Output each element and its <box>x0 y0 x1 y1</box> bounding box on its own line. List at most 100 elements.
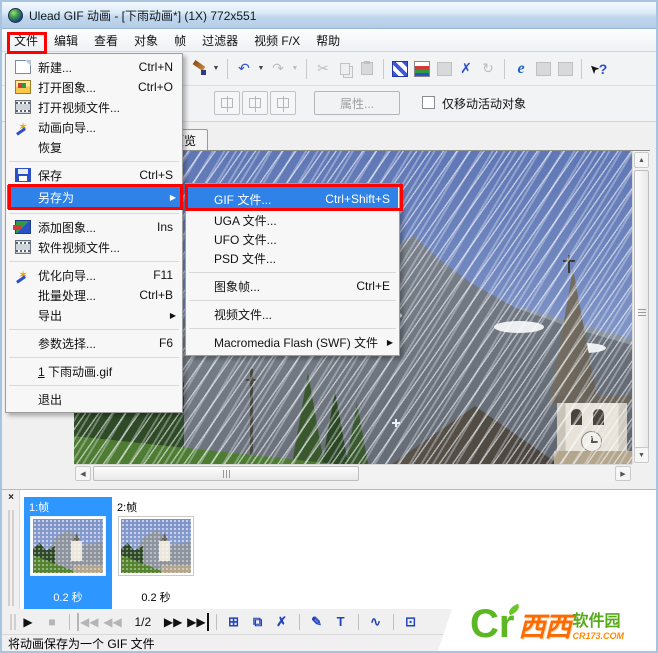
play-icon[interactable]: ▶ <box>18 613 38 631</box>
optimize-wizard-icon: ✶ <box>15 268 31 282</box>
menu-item-animation-wizard[interactable]: ✶ 动画向导... <box>7 117 181 137</box>
annotation-box-save-as <box>8 184 183 210</box>
frame-2[interactable]: 2:帧 0.2 秒 <box>112 497 200 609</box>
menu-item-revert[interactable]: 恢复 <box>7 137 181 157</box>
crop-icon[interactable]: ✗ <box>456 59 476 79</box>
align-center-icon <box>214 91 240 115</box>
align-both-icon <box>270 91 296 115</box>
menu-item-open-image[interactable]: 打开图象... Ctrl+O <box>7 77 181 97</box>
menu-help[interactable]: 帮助 <box>308 29 348 52</box>
menu-object[interactable]: 对象 <box>126 29 166 52</box>
submenu-item-image-frames[interactable]: 图象帧... Ctrl+E <box>187 276 398 296</box>
file-menu-popup: 新建... Ctrl+N 打开图象... Ctrl+O 打开视频文件... ✶ … <box>5 53 183 413</box>
export-gray-icon <box>533 59 553 79</box>
close-panel-icon[interactable]: × <box>5 493 17 505</box>
preview-browser-icon[interactable]: e <box>511 59 531 79</box>
stamp-icon <box>434 59 454 79</box>
next-frame-icon[interactable]: ▶▶ <box>163 613 183 631</box>
undo-dropdown-icon[interactable]: ▼ <box>256 59 266 79</box>
scroll-up-icon[interactable]: ▲ <box>634 152 649 168</box>
menu-item-add-image[interactable]: 添加图象... Ins <box>7 217 181 237</box>
vertical-scrollbar[interactable]: ▲ ▼ <box>632 151 650 464</box>
horizontal-scroll-thumb[interactable] <box>93 466 359 481</box>
menu-item-exit[interactable]: 退出 <box>7 389 181 409</box>
submenu-arrow-icon: ▶ <box>386 337 393 347</box>
frame-1-delay: 0.2 秒 <box>53 592 83 604</box>
frame-2-thumbnail <box>121 519 191 573</box>
frame-2-delay: 0.2 秒 <box>141 592 171 604</box>
menu-video-fx[interactable]: 视频 F/X <box>246 29 308 52</box>
menu-filter[interactable]: 过滤器 <box>194 29 246 52</box>
watermark-brand: 西西 <box>518 611 571 642</box>
duplicate-frame-icon[interactable]: ⧉ <box>248 613 268 631</box>
paint-frame-icon[interactable]: ✎ <box>307 613 327 631</box>
tween-icon[interactable]: ∿ <box>366 613 386 631</box>
menu-item-software-video[interactable]: 软件视频文件... <box>7 237 181 257</box>
add-frame-icon[interactable]: ⊞ <box>224 613 244 631</box>
panel-drag-handle[interactable] <box>8 510 14 606</box>
submenu-item-swf-file[interactable]: Macromedia Flash (SWF) 文件 ▶ <box>187 332 398 352</box>
frame-1[interactable]: 1:帧 0.2 秒 <box>24 497 112 609</box>
save-icon <box>15 168 31 182</box>
new-file-icon <box>15 60 31 74</box>
menu-view[interactable]: 查看 <box>86 29 126 52</box>
watermark-cr-logo: Cr <box>470 602 515 646</box>
cut-icon: ✂ <box>317 60 329 76</box>
submenu-item-ufo-file[interactable]: UFO 文件... <box>187 230 398 249</box>
scroll-down-icon[interactable]: ▼ <box>634 447 649 463</box>
watermark-domain: CR173.COM <box>572 631 624 641</box>
brush-tool-icon[interactable] <box>189 59 209 79</box>
window-title: Ulead GIF 动画 - [下雨动画*] (1X) 772x551 <box>29 8 257 23</box>
frame-window-icon[interactable]: ⊡ <box>401 613 421 631</box>
submenu-item-psd-file[interactable]: PSD 文件... <box>187 249 398 268</box>
submenu-item-video-file[interactable]: 视频文件... <box>187 304 398 324</box>
copy-icon <box>335 59 355 79</box>
frames-panel: × 1:帧 0.2 秒 2:帧 0.2 秒 <box>2 489 656 610</box>
paste-icon <box>357 59 377 79</box>
stop-icon: ■ <box>48 614 56 629</box>
delete-frame-icon[interactable]: ✗ <box>272 613 292 631</box>
animation-wizard-icon: ✶ <box>15 120 31 134</box>
watermark-suffix: 软件园 <box>572 613 621 630</box>
title-bar: Ulead GIF 动画 - [下雨动画*] (1X) 772x551 <box>2 2 656 29</box>
context-help-icon[interactable]: ➤? <box>585 59 608 79</box>
horizontal-scrollbar[interactable]: ◀ ▶ <box>74 464 632 482</box>
frame-counter: 1/2 <box>134 614 152 629</box>
last-frame-icon[interactable]: ▶▶ <box>187 612 209 631</box>
menu-item-export[interactable]: 导出 ▶ <box>7 305 181 325</box>
menu-edit[interactable]: 编辑 <box>46 29 86 52</box>
menu-item-open-video[interactable]: 打开视频文件... <box>7 97 181 117</box>
app-window: Ulead GIF 动画 - [下雨动画*] (1X) 772x551 文件 编… <box>0 0 658 653</box>
menu-item-optimize-wizard[interactable]: ✶ 优化向导... F11 <box>7 265 181 285</box>
add-image-icon <box>15 220 31 234</box>
menu-item-recent-file[interactable]: 1 下雨动画.gif <box>7 361 181 381</box>
annotation-box-file-menu <box>7 32 47 54</box>
publish-gray-icon <box>555 59 575 79</box>
gif-optimize-icon[interactable] <box>412 59 432 79</box>
menu-item-batch-process[interactable]: 批量处理... Ctrl+B <box>7 285 181 305</box>
scroll-left-icon[interactable]: ◀ <box>75 466 91 481</box>
menu-item-new[interactable]: 新建... Ctrl+N <box>7 57 181 77</box>
submenu-arrow-icon: ▶ <box>169 310 176 320</box>
first-frame-icon: ◀◀ <box>77 612 98 631</box>
submenu-item-uga-file[interactable]: UGA 文件... <box>187 211 398 230</box>
annotation-box-gif-file <box>185 184 403 211</box>
add-banner-icon[interactable] <box>390 59 410 79</box>
toolbar-drag-handle[interactable] <box>10 613 16 630</box>
menu-item-save[interactable]: 保存 Ctrl+S <box>7 165 181 185</box>
redo-dropdown-icon: ▼ <box>291 65 299 72</box>
software-video-icon <box>15 240 31 254</box>
properties-button: 属性... <box>314 91 400 115</box>
redo-icon: ↷ <box>272 60 284 76</box>
text-frame-icon[interactable]: T <box>331 613 351 631</box>
move-active-only-checkbox[interactable] <box>422 96 435 109</box>
prev-frame-icon: ◀◀ <box>103 614 122 629</box>
menu-item-preferences[interactable]: 参数选择... F6 <box>7 333 181 353</box>
brush-dropdown-icon[interactable]: ▼ <box>211 59 221 79</box>
menu-frame[interactable]: 帧 <box>166 29 194 52</box>
vertical-scroll-thumb[interactable] <box>634 170 649 453</box>
undo-icon[interactable]: ↶ <box>234 59 254 79</box>
menu-bar: 文件 编辑 查看 对象 帧 过滤器 视频 F/X 帮助 <box>2 29 656 52</box>
open-image-icon <box>15 80 31 94</box>
scroll-right-icon[interactable]: ▶ <box>615 466 631 481</box>
